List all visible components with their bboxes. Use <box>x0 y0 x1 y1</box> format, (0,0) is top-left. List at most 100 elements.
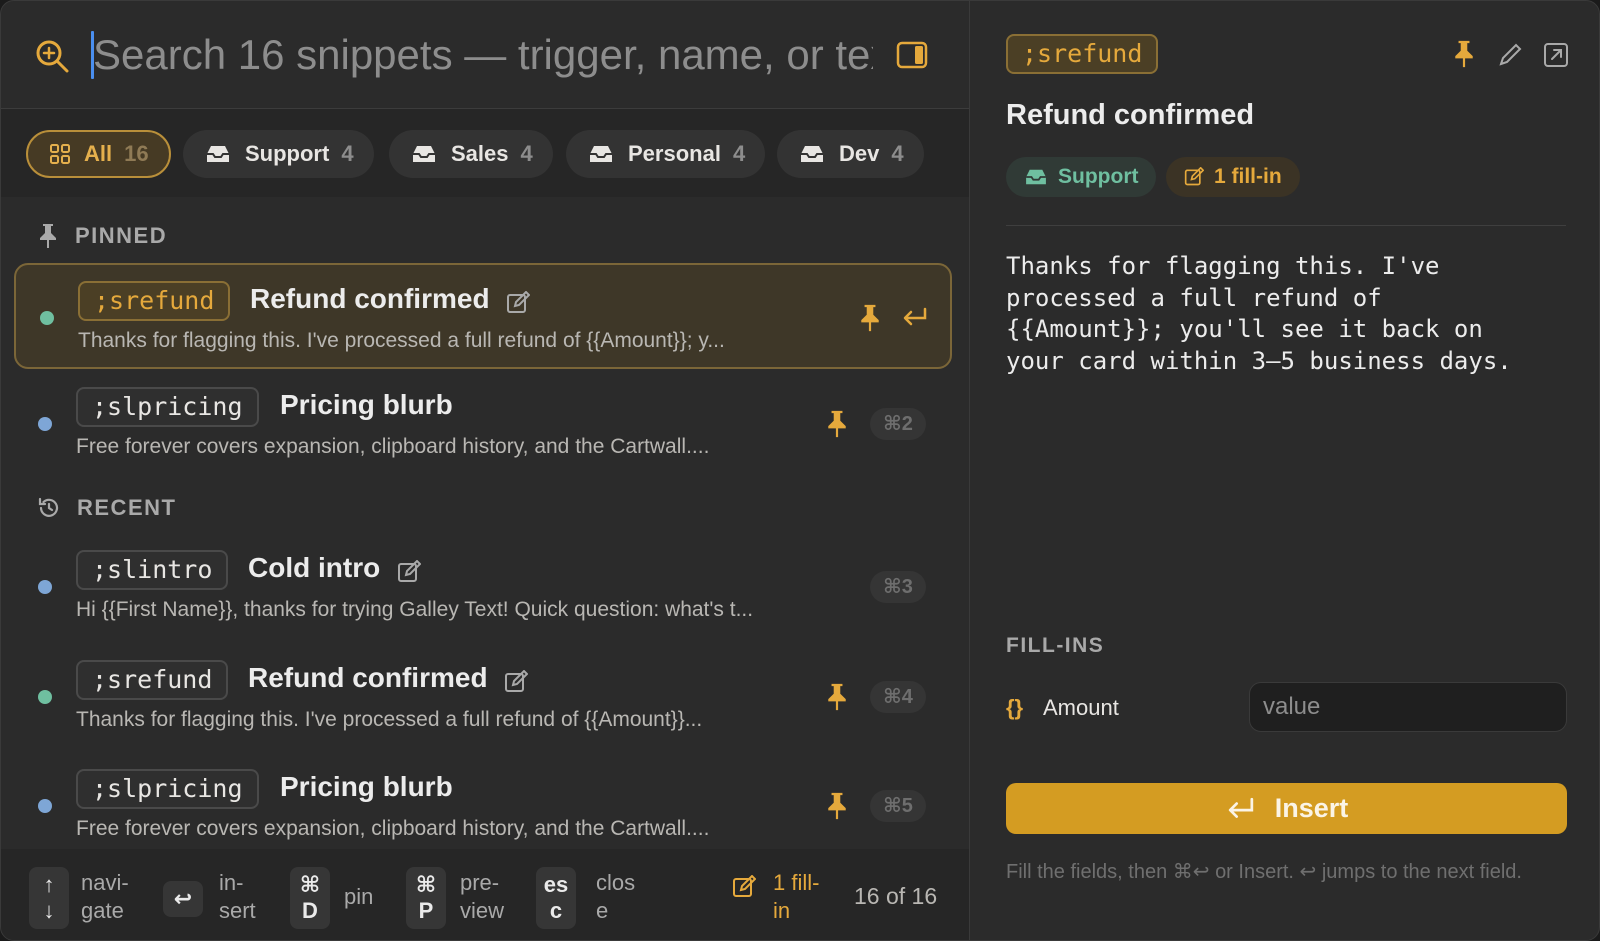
snippet-trigger: ;slpricing <box>76 769 259 809</box>
inbox-icon <box>801 146 823 162</box>
category-chip-all[interactable]: All 16 <box>26 130 171 178</box>
key-glyph: ⌘ <box>415 872 437 897</box>
category-count: 4 <box>341 141 354 166</box>
insert-hint: Fill the fields, then ⌘↩ or Insert. ↩ ju… <box>1006 861 1522 883</box>
category-chip-sales[interactable]: Sales 4 <box>389 130 553 178</box>
pin-icon[interactable] <box>825 682 849 712</box>
section-header-pinned: PINNED <box>37 223 167 249</box>
snippet-preview: Free forever covers expansion, clipboard… <box>76 435 710 458</box>
key-glyph: es <box>543 872 569 897</box>
snippet-preview: Thanks for flagging this. I've processed… <box>78 329 725 352</box>
key-glyph: ↑ <box>43 872 55 897</box>
category-label: Sales <box>451 141 509 166</box>
hint-label-close: clos e <box>596 870 636 923</box>
snippet-title: Pricing blurb <box>280 389 453 420</box>
category-dot <box>40 311 54 325</box>
pin-icon[interactable] <box>825 409 849 439</box>
fill-in-tag-label: 1 fill-in <box>1214 165 1282 188</box>
key-navigate: ↑ ↓ <box>29 867 69 929</box>
detail-divider <box>1006 225 1566 226</box>
key-glyph: D <box>302 898 318 923</box>
snippet-trigger: ;slpricing <box>76 387 259 427</box>
snippet-preview: Free forever covers expansion, clipboard… <box>76 817 710 840</box>
search-icon <box>36 40 69 73</box>
key-glyph: P <box>418 898 434 923</box>
key-close: es c <box>536 867 576 929</box>
search-bar <box>1 1 969 109</box>
snippet-list-pane: All 16 Support 4 Sales 4 <box>1 1 969 940</box>
category-chip-personal[interactable]: Personal 4 <box>566 130 766 178</box>
category-label: Personal <box>628 141 721 166</box>
pin-icon[interactable] <box>858 303 882 333</box>
fill-in-edit-icon <box>733 875 756 897</box>
pin-icon <box>40 224 56 248</box>
pencil-icon[interactable] <box>1498 43 1522 67</box>
fill-in-field-label: Amount <box>1043 695 1119 720</box>
search-input[interactable] <box>93 25 873 85</box>
insert-button-label: Insert <box>1274 793 1349 823</box>
pin-icon[interactable] <box>825 791 849 821</box>
category-chip-support[interactable]: Support 4 <box>183 130 374 178</box>
shortcut-badge: ⌘4 <box>870 681 926 713</box>
category-count: 16 <box>124 141 149 166</box>
shortcut-badge: ⌘2 <box>870 408 926 440</box>
section-label: RECENT <box>77 495 177 520</box>
category-chip-dev[interactable]: Dev 4 <box>777 130 924 178</box>
snippet-preview: Hi {{First Name}}, thanks for trying Gal… <box>76 598 754 621</box>
hint-label-preview: pre- view <box>460 870 505 923</box>
detail-trigger: ;srefund <box>1006 34 1159 74</box>
fill-ins-header: FILL-INS <box>1006 634 1105 657</box>
category-count: 4 <box>891 141 904 166</box>
category-count: 4 <box>732 141 746 166</box>
category-dot <box>38 417 52 431</box>
snippet-row[interactable]: ;slpricing Pricing blurb Free forever co… <box>14 371 952 477</box>
fill-in-edit-icon <box>1184 167 1204 186</box>
history-icon <box>38 497 59 517</box>
hint-label-insert: in- sert <box>219 870 256 923</box>
snippet-detail-pane: ;srefund Refund confirmed Support 1 fill… <box>970 1 1599 940</box>
key-glyph: ⌘ <box>299 872 321 897</box>
open-external-icon[interactable] <box>1543 42 1569 68</box>
fill-in-edit-icon <box>507 291 530 313</box>
category-label: Support <box>245 141 330 166</box>
snippet-trigger: ;srefund <box>76 660 229 700</box>
snippet-trigger: ;srefund <box>78 281 231 321</box>
snippet-row-selected[interactable]: ;srefund Refund confirmed Thanks for fla… <box>14 263 952 369</box>
fill-in-amount-input[interactable] <box>1249 682 1567 732</box>
key-pin: ⌘ D <box>290 867 330 929</box>
pin-icon[interactable] <box>1452 38 1476 70</box>
category-tag: Support <box>1006 157 1157 197</box>
key-glyph: ↩ <box>173 886 193 911</box>
fill-in-edit-icon <box>505 670 528 692</box>
key-glyph: c <box>549 898 563 923</box>
hint-label-navigate: navi- gate <box>81 870 129 923</box>
sidebar-toggle-icon[interactable] <box>896 41 928 69</box>
section-label: PINNED <box>75 223 168 248</box>
insert-button[interactable]: Insert <box>1006 783 1567 834</box>
result-count: 16 of 16 <box>854 883 938 909</box>
snippet-title: Cold intro <box>248 552 381 583</box>
inbox-icon <box>590 146 612 162</box>
category-label: Dev <box>839 141 880 166</box>
snippet-row[interactable]: ;srefund Refund confirmed Thanks for fla… <box>14 644 952 750</box>
snippet-trigger: ;slintro <box>76 550 229 590</box>
snippet-body: Thanks for flagging this. I've processed… <box>1006 252 1512 375</box>
snippet-title: Refund confirmed <box>248 662 488 693</box>
category-dot <box>38 690 52 704</box>
fill-in-tag: 1 fill-in <box>1166 157 1300 197</box>
key-preview: ⌘ P <box>406 867 446 929</box>
snippet-title: Refund confirmed <box>250 283 490 314</box>
return-icon <box>1228 797 1253 818</box>
snippet-row[interactable]: ;slpricing Pricing blurb Free forever co… <box>14 753 952 859</box>
shortcut-badge: ⌘5 <box>870 790 926 822</box>
snippet-preview: Thanks for flagging this. I've processed… <box>76 708 703 731</box>
snippet-picker-window: All 16 Support 4 Sales 4 <box>0 0 1600 941</box>
return-icon[interactable] <box>901 305 929 329</box>
inbox-icon <box>413 146 435 162</box>
snippet-row[interactable]: ;slintro Cold intro Hi {{First Name}}, t… <box>14 534 952 640</box>
inbox-icon <box>207 146 229 162</box>
inbox-icon <box>1026 169 1046 185</box>
detail-title: Refund confirmed <box>1006 99 1255 131</box>
category-tag-label: Support <box>1058 165 1139 188</box>
shortcut-badge: ⌘3 <box>870 571 926 603</box>
